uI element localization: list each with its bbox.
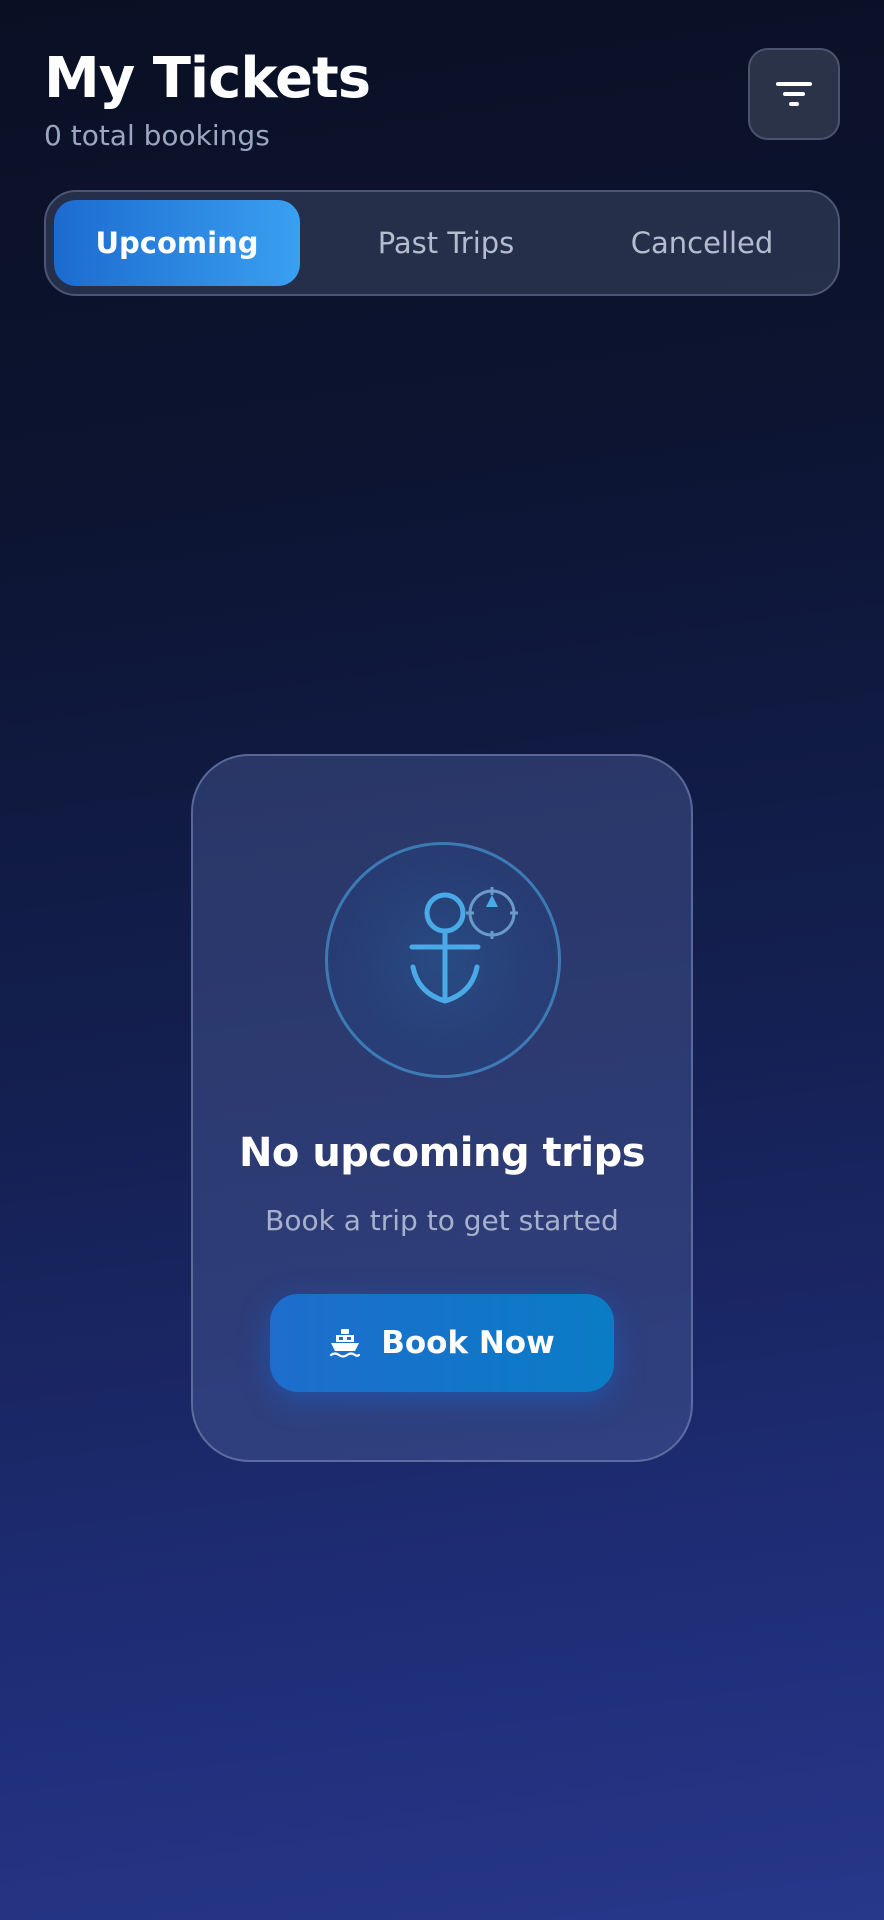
filter-icon [776, 82, 812, 106]
book-now-label: Book Now [381, 1325, 555, 1361]
filter-button[interactable] [748, 48, 840, 140]
empty-state-subtitle: Book a trip to get started [265, 1204, 619, 1237]
anchor-compass-icon [409, 887, 518, 1004]
bookings-count: 0 total bookings [44, 119, 270, 152]
ship-icon [330, 1329, 361, 1358]
empty-state-card: No upcoming trips Book a trip to get sta… [191, 754, 693, 1462]
header: My Tickets 0 total bookings [44, 40, 840, 160]
empty-state-icon-circle [325, 842, 561, 1078]
tab-past-trips[interactable]: Past Trips [318, 200, 574, 286]
empty-state-title: No upcoming trips [238, 1130, 646, 1176]
tab-upcoming[interactable]: Upcoming [54, 200, 300, 286]
book-now-button[interactable]: Book Now [270, 1294, 614, 1392]
tab-cancelled[interactable]: Cancelled [574, 200, 830, 286]
tab-bar: Upcoming Past Trips Cancelled [44, 190, 840, 296]
page-title: My Tickets [44, 46, 371, 111]
